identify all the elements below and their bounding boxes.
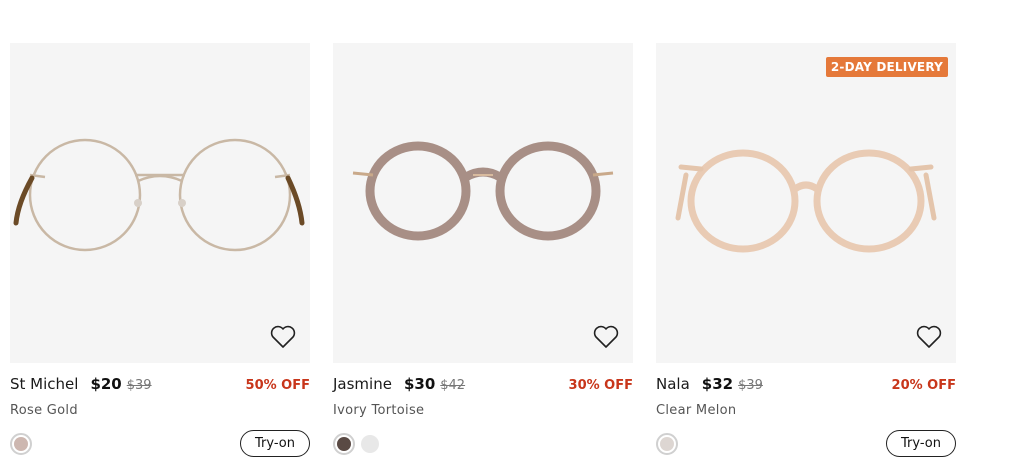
heart-icon[interactable] — [593, 325, 619, 349]
try-on-button[interactable]: Try-on — [886, 430, 956, 457]
color-name: Rose Gold — [10, 403, 78, 418]
swatch-row — [333, 430, 633, 457]
glasses-image — [352, 141, 614, 241]
swatch-row: Try-on — [10, 430, 310, 457]
product-image[interactable] — [10, 43, 310, 363]
product-image[interactable]: 2-DAY DELIVERY — [656, 43, 956, 363]
product-card-nala[interactable]: 2-DAY DELIVERY Nala $32 $39 20% OFF Clea… — [656, 43, 956, 457]
discount-label: 30% OFF — [568, 378, 633, 393]
heart-icon[interactable] — [916, 325, 942, 349]
product-price: $30 — [403, 375, 436, 393]
glasses-image — [675, 149, 937, 253]
product-info: Jasmine $30 $42 30% OFF — [333, 375, 633, 395]
product-image[interactable] — [333, 43, 633, 363]
discount-label: 50% OFF — [245, 378, 310, 393]
color-name: Clear Melon — [656, 403, 737, 418]
product-price: $20 — [90, 375, 122, 393]
try-on-button[interactable]: Try-on — [240, 430, 310, 457]
heart-icon[interactable] — [270, 325, 296, 349]
product-old-price: $42 — [440, 378, 466, 393]
discount-label: 20% OFF — [891, 378, 956, 393]
color-swatch[interactable] — [656, 432, 678, 455]
product-old-price: $39 — [738, 378, 763, 393]
product-name[interactable]: Nala — [656, 375, 690, 393]
color-swatch[interactable] — [10, 432, 32, 455]
color-swatch[interactable] — [361, 434, 379, 453]
swatch-row: Try-on — [656, 430, 956, 457]
color-swatch[interactable] — [333, 432, 355, 455]
product-card-st-michel[interactable]: St Michel $20 $39 50% OFF Rose Gold Try-… — [10, 43, 310, 457]
glasses-image — [13, 138, 305, 252]
color-name: Ivory Tortoise — [333, 403, 425, 418]
product-info: Nala $32 $39 20% OFF — [656, 375, 956, 395]
product-name[interactable]: Jasmine — [333, 375, 392, 393]
product-old-price: $39 — [126, 378, 152, 393]
product-name[interactable]: St Michel — [10, 375, 78, 393]
product-card-jasmine[interactable]: Jasmine $30 $42 30% OFF Ivory Tortoise — [333, 43, 633, 457]
product-price: $32 — [701, 375, 734, 393]
product-info: St Michel $20 $39 50% OFF — [10, 375, 310, 395]
product-grid: St Michel $20 $39 50% OFF Rose Gold Try-… — [10, 43, 956, 457]
